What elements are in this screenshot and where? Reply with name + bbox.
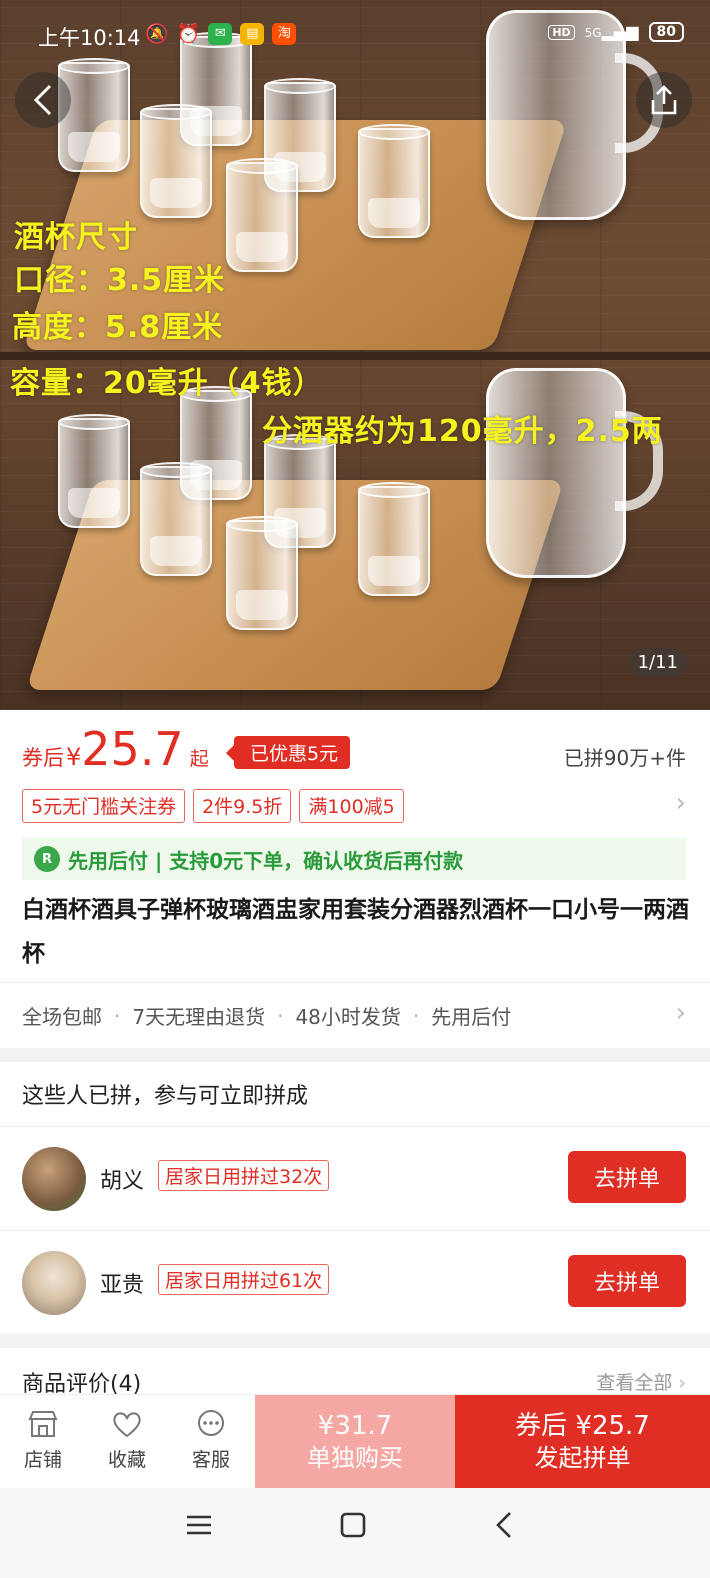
decanter-jug: [486, 368, 663, 578]
shot-glass: [226, 158, 298, 272]
avatar: [22, 1147, 86, 1211]
service-item: 全场包邮: [22, 1005, 102, 1029]
chevron-right-icon[interactable]: ›: [676, 998, 686, 1028]
group-buy-label: 发起拼单: [534, 1444, 631, 1472]
see-all-reviews-link[interactable]: 查看全部 ›: [596, 1368, 686, 1395]
group-buy-price: 券后 ¥25.7: [515, 1411, 650, 1441]
chat-icon: [195, 1409, 227, 1439]
taobao-icon: 淘: [272, 22, 297, 45]
group-row: 胡义 居家日用拼过32次 去拼单: [0, 1126, 710, 1230]
buy-alone-button[interactable]: ¥31.7 单独购买: [255, 1395, 455, 1489]
coupon-chip[interactable]: 5元无门槛关注券: [22, 789, 186, 823]
status-notification-icons: 🔕 ⏰ ✉ ▤ 淘: [145, 22, 297, 45]
chevron-right-icon[interactable]: ›: [676, 788, 686, 818]
pay-later-icon: R: [34, 846, 60, 872]
share-icon: [651, 85, 677, 115]
signal-icon: 5G▂▄▆: [584, 22, 639, 41]
spec-text-line: 酒杯尺寸: [14, 220, 138, 255]
section-divider: [0, 1334, 710, 1348]
pay-later-text: 先用后付 | 支持0元下单，确认收货后再付款: [68, 848, 464, 873]
join-group-button[interactable]: 去拼单: [568, 1255, 686, 1307]
spec-text-line: 口径：3.5厘米: [14, 263, 226, 298]
customer-service-label: 客服: [191, 1449, 230, 1471]
wechat-icon: ✉: [208, 22, 233, 45]
shop-label: 店铺: [23, 1449, 62, 1471]
shop-button[interactable]: 店铺: [8, 1409, 78, 1472]
heart-icon: [111, 1409, 143, 1439]
coupon-chip[interactable]: 满100减5: [299, 789, 404, 823]
system-navigation-bar: [0, 1488, 710, 1578]
status-bar: 上午10:14 🔕 ⏰ ✉ ▤ 淘 HD 5G▂▄▆ 80: [0, 18, 710, 54]
status-time: 上午10:14: [38, 26, 141, 50]
join-group-button[interactable]: 去拼单: [568, 1151, 686, 1203]
see-all-label: 查看全部: [596, 1372, 673, 1394]
share-button[interactable]: [636, 72, 692, 128]
group-member-tag: 居家日用拼过32次: [158, 1160, 330, 1191]
image-counter: 1/11: [627, 648, 688, 677]
buy-alone-label: 单独购买: [307, 1444, 403, 1472]
avatar: [22, 1251, 86, 1315]
shot-glass: [226, 516, 298, 630]
shot-glass: [58, 414, 130, 528]
hd-icon: HD: [548, 24, 575, 40]
spec-text-line: 高度：5.8厘米: [12, 310, 224, 345]
group-member-name: 胡义: [100, 1169, 145, 1194]
service-item: 先用后付: [431, 1005, 512, 1029]
currency-symbol: ¥: [66, 743, 82, 771]
price-suffix: 起: [189, 748, 209, 770]
service-item: 48小时发货: [295, 1005, 401, 1029]
discount-badge: 已优惠5元: [225, 736, 351, 769]
message-app-icon: ▤: [240, 22, 265, 45]
shop-icon: [27, 1409, 59, 1439]
customer-service-button[interactable]: 客服: [176, 1409, 246, 1472]
group-member-tag: 居家日用拼过61次: [158, 1264, 330, 1295]
battery-icon: 80: [648, 22, 684, 42]
section-divider: [0, 1048, 710, 1062]
coupon-price: 券后¥25.7 起: [22, 726, 209, 772]
sold-count: 已拼90万+件: [563, 746, 686, 770]
status-right-icons: HD 5G▂▄▆ 80: [548, 22, 684, 42]
spec-text-line: 分酒器约为120毫升，2.5两: [262, 414, 663, 449]
bottom-action-bar: 店铺 收藏 客服 ¥31.7 单独购买 券后 ¥25.7 发起拼单: [0, 1394, 710, 1489]
price-row: 券后¥25.7 起 已优惠5元 已拼90万+件: [22, 726, 686, 778]
back-button[interactable]: [15, 72, 71, 128]
shot-glass: [358, 482, 430, 596]
start-group-buy-button[interactable]: 券后 ¥25.7 发起拼单: [455, 1395, 710, 1489]
spec-text-line: 容量：20毫升（4钱）: [10, 366, 324, 401]
group-member-name: 亚贵: [100, 1273, 145, 1298]
coupon-price-label: 券后: [22, 746, 64, 770]
shot-glass: [140, 462, 212, 576]
home-icon[interactable]: [338, 1510, 368, 1548]
favorite-button[interactable]: 收藏: [92, 1409, 162, 1472]
menu-icon[interactable]: [184, 1510, 214, 1548]
chevron-left-icon: [33, 84, 52, 116]
price-value: 25.7: [81, 722, 184, 776]
network-type: 5G: [584, 26, 602, 40]
separator-dot: ·: [412, 1003, 420, 1028]
coupon-row[interactable]: 5元无门槛关注券 2件9.5折 满100减5: [22, 789, 688, 823]
service-guarantees[interactable]: 全场包邮 · 7天无理由退货 · 48小时发货 · 先用后付: [0, 982, 710, 1048]
buy-alone-price: ¥31.7: [317, 1411, 393, 1441]
shot-glass: [358, 124, 430, 238]
shot-glass: [140, 104, 212, 218]
pay-later-banner[interactable]: R 先用后付 | 支持0元下单，确认收货后再付款: [22, 838, 686, 880]
shot-glass: [58, 58, 130, 172]
group-buy-heading: 这些人已拼，参与可立即拼成: [22, 1084, 309, 1109]
back-nav-icon[interactable]: [490, 1510, 520, 1548]
service-item: 7天无理由退货: [132, 1005, 266, 1029]
product-image-gallery[interactable]: 酒杯尺寸 口径：3.5厘米 高度：5.8厘米 容量：20毫升（4钱） 分酒器约为…: [0, 0, 710, 710]
mute-icon: 🔕: [145, 23, 169, 45]
favorite-label: 收藏: [107, 1449, 146, 1471]
coupon-chip[interactable]: 2件9.5折: [193, 789, 292, 823]
alarm-icon: ⏰: [176, 23, 201, 45]
separator-dot: ·: [277, 1003, 284, 1028]
separator-dot: ·: [114, 1003, 121, 1028]
group-row: 亚贵 居家日用拼过61次 去拼单: [0, 1230, 710, 1334]
product-title: 白酒杯酒具子弹杯玻璃酒盅家用套装分酒器烈酒杯一口小号一两酒杯: [22, 897, 689, 967]
chevron-right-icon: ›: [678, 1372, 686, 1394]
